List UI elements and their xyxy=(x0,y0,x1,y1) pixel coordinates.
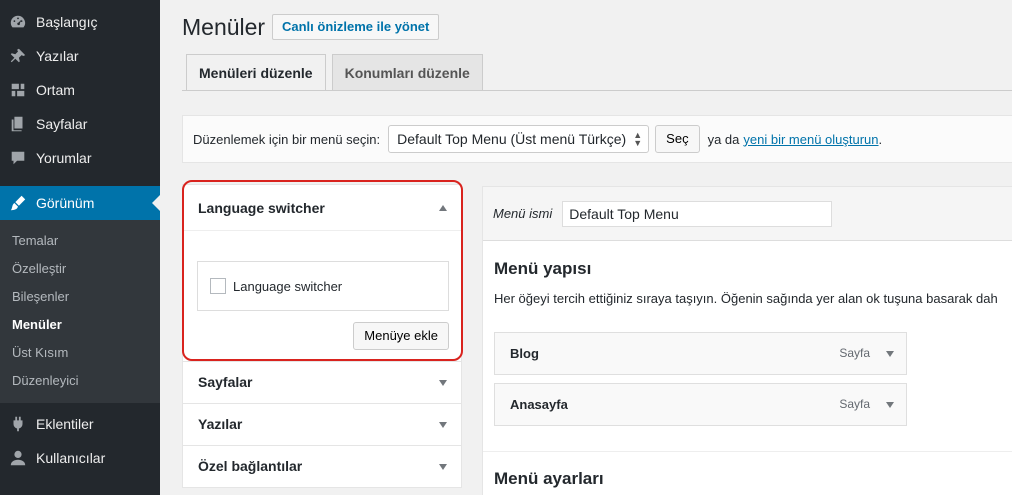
period-text: . xyxy=(878,131,883,147)
accordion-posts[interactable]: Yazılar xyxy=(182,403,462,446)
live-preview-button[interactable]: Canlı önizleme ile yönet xyxy=(272,14,440,40)
sidebar-item-label: Yorumlar xyxy=(36,150,92,166)
submenu-item-customize[interactable]: Özelleştir xyxy=(0,255,160,283)
pages-icon xyxy=(8,114,28,134)
sidebar-item-plugins[interactable]: Eklentiler xyxy=(0,407,160,441)
sidebar-item-appearance[interactable]: Görünüm xyxy=(0,186,160,220)
appearance-submenu: Temalar Özelleştir Bileşenler Menüler Üs… xyxy=(0,220,160,403)
language-switcher-option: Language switcher xyxy=(197,261,449,311)
brush-icon xyxy=(8,193,28,213)
collapse-arrow-icon[interactable] xyxy=(439,205,447,211)
language-switcher-panel-title[interactable]: Language switcher xyxy=(183,185,461,231)
submenu-item-themes[interactable]: Temalar xyxy=(0,227,160,255)
sidebar-item-label: Sayfalar xyxy=(36,116,88,132)
accordion-pages[interactable]: Sayfalar xyxy=(182,361,462,404)
admin-sidebar: Başlangıç Yazılar Ortam Sayfalar Yorumla… xyxy=(0,0,160,495)
menu-select-value: Default Top Menu (Üst menü Türkçe) xyxy=(397,131,627,147)
sidebar-item-pages[interactable]: Sayfalar xyxy=(0,107,160,141)
sidebar-item-label: Başlangıç xyxy=(36,14,98,30)
menu-structure-title: Menü yapısı xyxy=(494,259,592,278)
sidebar-item-comments[interactable]: Yorumlar xyxy=(0,141,160,175)
sidebar-item-media[interactable]: Ortam xyxy=(0,73,160,107)
menu-item-anasayfa[interactable]: Anasayfa Sayfa xyxy=(494,383,907,426)
menu-settings-title: Menü ayarları xyxy=(494,469,604,488)
submenu-item-widgets[interactable]: Bileşenler xyxy=(0,283,160,311)
accordion-custom-links[interactable]: Özel bağlantılar xyxy=(182,445,462,488)
submenu-item-header[interactable]: Üst Kısım xyxy=(0,339,160,367)
main-content: Menüler Canlı önizleme ile yönet Menüler… xyxy=(160,0,1012,495)
sidebar-item-users[interactable]: Kullanıcılar xyxy=(0,441,160,475)
submenu-item-menus[interactable]: Menüler xyxy=(0,311,160,339)
tab-manage-locations[interactable]: Konumları düzenle xyxy=(331,54,483,91)
section-divider xyxy=(483,451,1012,452)
expand-arrow-icon[interactable] xyxy=(886,402,894,408)
language-switcher-checkbox-label: Language switcher xyxy=(233,278,343,294)
select-menu-label: Düzenlemek için bir menü seçin: xyxy=(193,131,381,147)
sidebar-item-label: Ortam xyxy=(36,82,75,98)
language-switcher-panel: Language switcher Language switcher Menü… xyxy=(182,184,462,362)
or-text: ya da xyxy=(707,131,740,147)
expand-arrow-icon xyxy=(439,380,447,386)
sidebar-item-label: Eklentiler xyxy=(36,416,94,432)
add-to-menu-button[interactable]: Menüye ekle xyxy=(353,322,449,350)
language-switcher-checkbox[interactable] xyxy=(210,278,226,294)
menu-item-title: Blog xyxy=(510,346,539,361)
sidebar-item-label: Yazılar xyxy=(36,48,79,64)
menu-select-dropdown[interactable]: Default Top Menu (Üst menü Türkçe) ▲ ▼ xyxy=(388,125,650,153)
menu-item-title: Anasayfa xyxy=(510,397,568,412)
sidebar-item-posts[interactable]: Yazılar xyxy=(0,39,160,73)
menu-item-blog[interactable]: Blog Sayfa xyxy=(494,332,907,375)
dashboard-icon xyxy=(8,12,28,32)
sidebar-item-dashboard[interactable]: Başlangıç xyxy=(0,5,160,39)
comments-icon xyxy=(8,148,28,168)
menu-name-input[interactable]: Default Top Menu xyxy=(562,200,833,227)
users-icon xyxy=(8,448,28,468)
sidebar-item-label: Kullanıcılar xyxy=(36,450,106,466)
add-menu-items-column: Language switcher Language switcher Menü… xyxy=(182,184,462,488)
expand-arrow-icon xyxy=(439,464,447,470)
menu-item-type: Sayfa xyxy=(839,397,870,411)
select-button[interactable]: Seç xyxy=(655,125,700,153)
menu-select-bar: Düzenlemek için bir menü seçin: Default … xyxy=(182,115,1012,163)
nav-tabs: Menüleri düzenle Konumları düzenle xyxy=(186,54,489,91)
page-title: Menüler xyxy=(182,14,266,40)
submenu-item-editor[interactable]: Düzenleyici xyxy=(0,367,160,395)
pin-icon xyxy=(8,46,28,66)
menu-structure-description: Her öğeyi tercih ettiğiniz sıraya taşıyı… xyxy=(494,291,998,306)
accordion-title: Özel bağlantılar xyxy=(198,458,303,474)
accordion-title: Yazılar xyxy=(198,416,243,432)
create-new-menu-link[interactable]: yeni bir menü oluşturun xyxy=(743,132,878,147)
media-icon xyxy=(8,80,28,100)
menu-management-panel: Menü ismi Default Top Menu Menü yapısı H… xyxy=(482,186,1012,495)
accordion-title: Sayfalar xyxy=(198,374,253,390)
sidebar-item-label: Görünüm xyxy=(36,195,95,211)
tabs-divider xyxy=(182,90,1012,91)
menu-item-type: Sayfa xyxy=(839,346,870,360)
expand-arrow-icon[interactable] xyxy=(886,351,894,357)
tab-edit-menus[interactable]: Menüleri düzenle xyxy=(186,54,326,91)
plugins-icon xyxy=(8,414,28,434)
expand-arrow-icon xyxy=(439,422,447,428)
menu-name-label: Menü ismi xyxy=(493,206,553,221)
select-arrows-icon: ▲ ▼ xyxy=(633,130,643,148)
menu-name-bar: Menü ismi Default Top Menu xyxy=(483,187,1012,241)
